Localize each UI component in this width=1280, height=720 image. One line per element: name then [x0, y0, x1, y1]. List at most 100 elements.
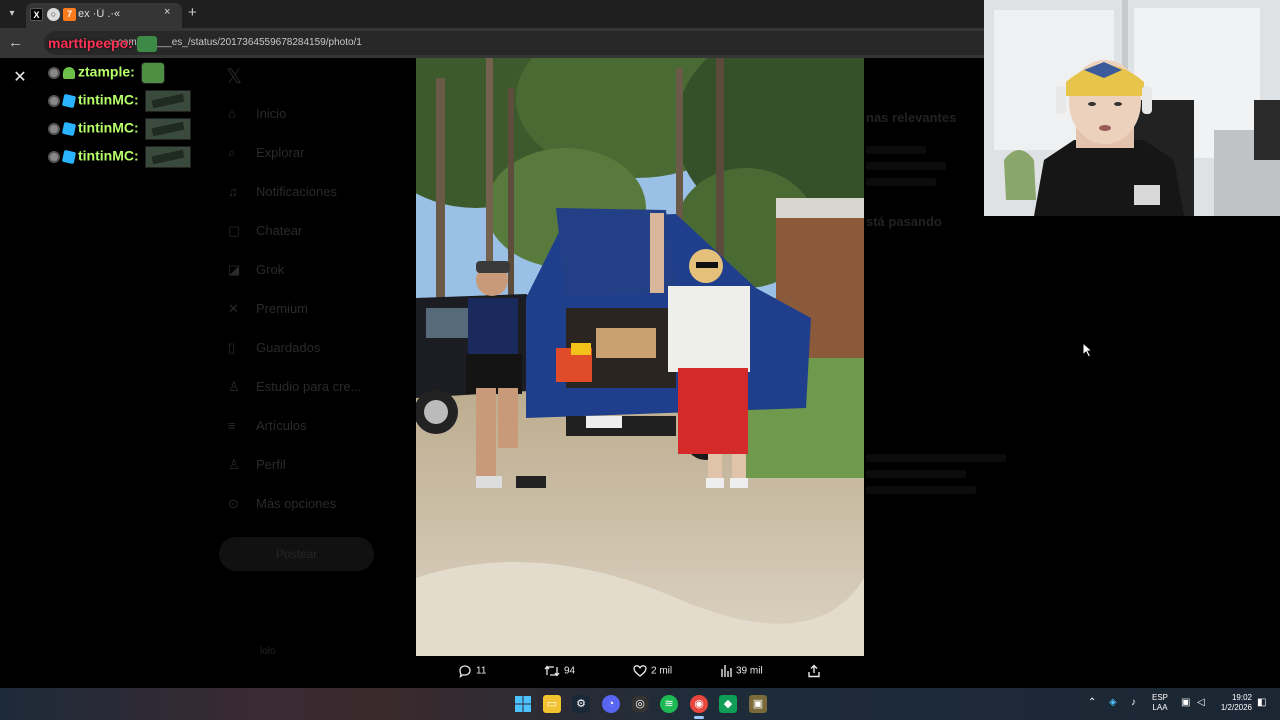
tab-list-chevron-icon[interactable]: ▾ [4, 6, 20, 22]
file-explorer-icon[interactable]: ▭ [543, 695, 561, 713]
share-button[interactable] [807, 664, 825, 680]
game-app-icon[interactable]: ▣ [749, 695, 767, 713]
reply-button[interactable]: 11 [458, 664, 486, 680]
nav-item-premium[interactable]: ✕ Premium [228, 301, 308, 321]
chat-username: ztample: [78, 63, 135, 80]
placeholder-line [866, 146, 926, 154]
chat-emote-icon [144, 90, 191, 112]
nav-item-label: Explorar [256, 145, 305, 160]
more-icon: ⊙ [228, 496, 239, 511]
chat-message: ztample: [48, 62, 165, 84]
account-name[interactable]: lolo [260, 646, 276, 657]
orange-favicon-icon: 7 [63, 8, 76, 21]
reply-count: 11 [476, 665, 487, 677]
browser-tab-active[interactable]: X ○ 7 ex ·Ú .·« × [26, 3, 182, 28]
nav-item-notificaciones[interactable]: ♫ Notificaciones [228, 184, 337, 204]
nav-item-estudio-para-cre-[interactable]: ♙ Estudio para cre... [228, 379, 362, 399]
obs-icon[interactable]: ◎ [631, 695, 649, 713]
nav-item-chatear[interactable]: ▢ Chatear [228, 223, 302, 243]
sprout-badge-icon [63, 67, 75, 79]
bell-icon: ♫ [228, 184, 238, 199]
nav-item-label: Artículos [256, 418, 307, 433]
right-heading-relevant: nas relevantes [866, 110, 957, 125]
nav-item-label: Inicio [256, 106, 287, 121]
tray-overflow-chevron-icon[interactable]: ⌃ [1088, 697, 1096, 708]
tab-close-icon[interactable]: × [164, 6, 170, 18]
active-app-indicator [694, 716, 704, 719]
notification-bell-icon[interactable]: ◧ [1257, 697, 1266, 708]
nav-item-explorar[interactable]: ⌕ Explorar [228, 145, 304, 165]
tray-app-icon[interactable]: ◈ [1109, 697, 1117, 708]
studio-icon: ♙ [228, 379, 240, 394]
microphone-icon[interactable]: ♪ [1131, 697, 1136, 708]
views-button[interactable]: 39 mil [720, 664, 763, 680]
post-button[interactable]: Postear [219, 537, 374, 571]
x-favicon-icon: X [30, 8, 43, 21]
views-chart-icon [721, 665, 732, 677]
streaming-app-icon[interactable]: ◆ [719, 695, 737, 713]
x-logo-icon[interactable]: 𝕏 [226, 64, 242, 89]
nav-item-label: Grok [256, 262, 285, 277]
nav-item-más-opciones[interactable]: ⊙ Más opciones [228, 496, 336, 516]
heart-icon [633, 665, 647, 677]
nav-item-label: Estudio para cre... [256, 379, 362, 394]
x-icon: ✕ [228, 301, 239, 316]
close-viewer-icon[interactable]: ✕ [10, 68, 30, 88]
nav-item-artículos[interactable]: ≡ Artículos [228, 418, 307, 438]
language-code: ESP [1152, 693, 1169, 702]
placeholder-line [866, 454, 1006, 462]
home-icon: ⌂ [228, 106, 236, 121]
nav-item-grok[interactable]: ◪ Grok [228, 262, 284, 282]
placeholder-line [866, 178, 936, 186]
windows-taskbar: ▭ ⚙ ◔ ◎ ≋ ◉ ◆ ▣ ⌃ ◈ ♪ ESP LAA ▣ ◁ 19:02 … [0, 688, 1280, 720]
tweet-photo[interactable] [416, 58, 864, 656]
new-tab-button[interactable]: + [188, 4, 197, 21]
tweet-action-bar: 11 94 2 mil 39 mil [416, 660, 864, 684]
chrome-icon[interactable]: ◉ [690, 695, 708, 713]
chat-badge-dot-icon [48, 151, 60, 163]
nav-item-label: Más opciones [256, 496, 337, 511]
nav-item-label: Chatear [256, 223, 303, 238]
spotify-icon[interactable]: ≋ [660, 695, 678, 713]
clock-time: 19:02 [1231, 693, 1252, 702]
profile-icon: ♙ [228, 457, 240, 472]
reply-icon [459, 665, 471, 679]
language-indicator[interactable]: ESP LAA [1152, 693, 1168, 713]
volume-icon[interactable]: ◁ [1197, 697, 1205, 708]
chat-emote-icon [140, 62, 165, 84]
chat-username: tintinMC: [78, 147, 139, 164]
chat-message: tintinMC: [48, 146, 191, 168]
chat-emote-icon [144, 146, 191, 168]
repost-button[interactable]: 94 [544, 664, 575, 680]
articles-icon: ≡ [228, 418, 236, 433]
chat-badge-dot-icon [48, 123, 60, 135]
webcam-overlay [984, 0, 1280, 216]
emote-image-icon [136, 36, 157, 53]
photo-scene [416, 58, 864, 656]
back-arrow-icon[interactable]: ← [8, 34, 23, 51]
address-bar[interactable]: x.com/lolo___es_/status/2017364559678284… [44, 31, 1004, 55]
right-heading-trending: stá pasando [866, 214, 942, 229]
placeholder-line [866, 486, 976, 494]
circle-favicon-icon: ○ [47, 8, 60, 21]
nav-item-label: Notificaciones [256, 184, 337, 199]
clock-date: 1/2/2026 [1220, 703, 1252, 712]
nav-item-guardados[interactable]: ▯ Guardados [228, 340, 320, 360]
placeholder-line [866, 162, 946, 170]
nav-item-inicio[interactable]: ⌂ Inicio [228, 106, 286, 126]
webcam-scene [984, 0, 1280, 216]
windows-start-icon[interactable] [514, 695, 532, 713]
like-count: 2 mil [651, 665, 673, 677]
chat-badge-dot-icon [48, 95, 60, 107]
network-icon[interactable]: ▣ [1181, 697, 1190, 708]
repost-icon [544, 665, 560, 677]
cube-badge-icon [61, 149, 77, 165]
like-button[interactable]: 2 mil [633, 664, 672, 680]
discord-icon[interactable]: ◔ [602, 695, 620, 713]
clock[interactable]: 19:02 1/2/2026 [1216, 693, 1252, 713]
mouse-cursor-icon [1082, 342, 1094, 358]
nav-item-perfil[interactable]: ♙ Perfil [228, 457, 286, 477]
screen: ▾ X ○ 7 ex ·Ú .·« × + ← x.com/lolo___es_… [0, 0, 1280, 720]
placeholder-line [866, 470, 966, 478]
steam-icon[interactable]: ⚙ [572, 695, 590, 713]
